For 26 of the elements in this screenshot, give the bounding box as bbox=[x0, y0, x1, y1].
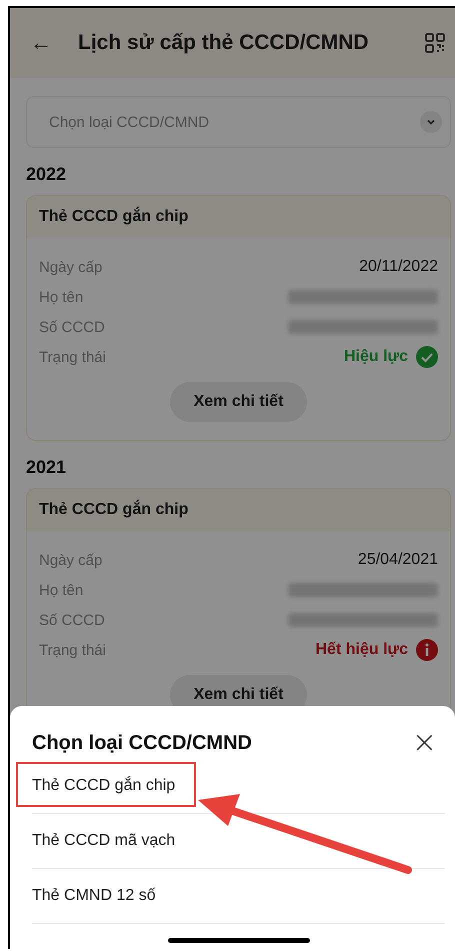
back-button[interactable]: ← bbox=[30, 30, 52, 56]
info-circle-icon bbox=[416, 639, 438, 661]
field-label: Họ tên bbox=[39, 582, 84, 598]
option-item[interactable]: Thẻ CMND 12 số bbox=[32, 869, 445, 924]
field-label: Ngày cấp bbox=[39, 552, 102, 568]
page-title: Lịch sử cấp thẻ CCCD/CMND bbox=[78, 31, 370, 55]
field-value: 25/04/2021 bbox=[358, 551, 438, 569]
field-value: 20/11/2022 bbox=[359, 258, 438, 276]
close-button[interactable]: × bbox=[412, 728, 437, 758]
field-label: Trạng thái bbox=[39, 642, 106, 658]
view-details-button[interactable]: Xem chi tiết bbox=[170, 382, 308, 422]
chevron-down-icon bbox=[420, 111, 442, 133]
field-label: Họ tên bbox=[39, 288, 84, 306]
status-text: Hết hiệu lực bbox=[316, 641, 408, 659]
check-circle-icon bbox=[416, 346, 438, 368]
sheet-title: Chọn loại CCCD/CMND bbox=[32, 732, 252, 754]
status-text: Hiệu lực bbox=[344, 348, 408, 366]
field-label: Trạng thái bbox=[39, 348, 106, 366]
year-heading: 2021 bbox=[26, 457, 66, 478]
field-label: Ngày cấp bbox=[39, 258, 102, 276]
field-label: Số CCCD bbox=[39, 612, 105, 628]
field-label: Số CCCD bbox=[39, 318, 105, 336]
card-title: Thẻ CCCD gắn chip bbox=[39, 501, 188, 518]
year-heading: 2022 bbox=[26, 164, 66, 185]
card-title: Thẻ CCCD gắn chip bbox=[39, 208, 188, 225]
qr-code-icon[interactable] bbox=[425, 33, 445, 53]
